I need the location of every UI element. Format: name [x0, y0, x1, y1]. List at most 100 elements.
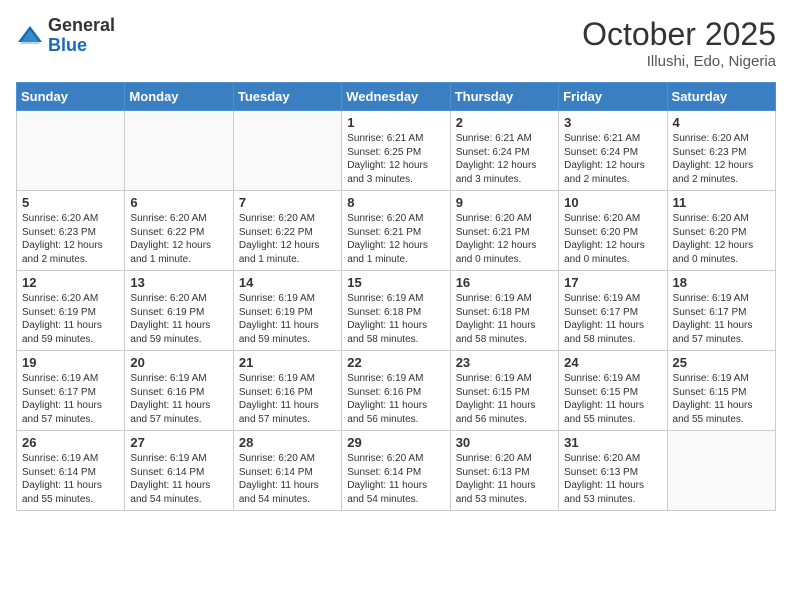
day-info: Sunrise: 6:19 AM Sunset: 6:16 PM Dayligh… [347, 372, 444, 426]
day-number: 28 [239, 435, 336, 450]
day-number: 23 [456, 355, 553, 370]
calendar-cell: 16 Sunrise: 6:19 AM Sunset: 6:18 PM Dayli… [450, 271, 558, 351]
day-info: Sunrise: 6:19 AM Sunset: 6:16 PM Dayligh… [130, 372, 227, 426]
logo-blue-text: Blue [48, 36, 115, 56]
logo: General Blue [16, 16, 115, 56]
calendar-cell: 24 Sunrise: 6:19 AM Sunset: 6:15 PM Dayli… [559, 351, 667, 431]
day-info: Sunrise: 6:19 AM Sunset: 6:15 PM Dayligh… [673, 372, 770, 426]
day-number: 5 [22, 195, 119, 210]
calendar-cell [233, 111, 341, 191]
day-info: Sunrise: 6:20 AM Sunset: 6:13 PM Dayligh… [564, 452, 661, 506]
day-number: 4 [673, 115, 770, 130]
day-info: Sunrise: 6:21 AM Sunset: 6:24 PM Dayligh… [564, 132, 661, 186]
weekday-header-tuesday: Tuesday [233, 83, 341, 111]
calendar-header: SundayMondayTuesdayWednesdayThursdayFrid… [17, 83, 776, 111]
day-number: 21 [239, 355, 336, 370]
calendar-cell: 19 Sunrise: 6:19 AM Sunset: 6:17 PM Dayli… [17, 351, 125, 431]
weekday-header-sunday: Sunday [17, 83, 125, 111]
calendar-cell: 17Sunrise: 6:19 AM Sunset: 6:17 PM Dayli… [559, 271, 667, 351]
day-info: Sunrise: 6:20 AM Sunset: 6:19 PM Dayligh… [22, 292, 119, 346]
calendar-cell: 28Sunrise: 6:20 AM Sunset: 6:14 PM Dayli… [233, 431, 341, 511]
calendar-cell: 22Sunrise: 6:19 AM Sunset: 6:16 PM Dayli… [342, 351, 450, 431]
day-info: Sunrise: 6:19 AM Sunset: 6:15 PM Dayligh… [456, 372, 553, 426]
day-number: 7 [239, 195, 336, 210]
calendar-cell: 20 Sunrise: 6:19 AM Sunset: 6:16 PM Dayli… [125, 351, 233, 431]
calendar-week-2: 12 Sunrise: 6:20 AM Sunset: 6:19 PM Dayli… [17, 271, 776, 351]
month-title: October 2025 [582, 16, 776, 53]
day-info: Sunrise: 6:20 AM Sunset: 6:14 PM Dayligh… [347, 452, 444, 506]
day-number: 24 [564, 355, 661, 370]
day-number: 6 [130, 195, 227, 210]
calendar-cell: 11 Sunrise: 6:20 AM Sunset: 6:20 PM Dayli… [667, 191, 775, 271]
day-info: Sunrise: 6:19 AM Sunset: 6:16 PM Dayligh… [239, 372, 336, 426]
day-info: Sunrise: 6:21 AM Sunset: 6:24 PM Dayligh… [456, 132, 553, 186]
calendar-cell [125, 111, 233, 191]
calendar-cell: 3 Sunrise: 6:21 AM Sunset: 6:24 PM Daylig… [559, 111, 667, 191]
day-info: Sunrise: 6:19 AM Sunset: 6:14 PM Dayligh… [130, 452, 227, 506]
day-info: Sunrise: 6:20 AM Sunset: 6:13 PM Dayligh… [456, 452, 553, 506]
calendar-cell [17, 111, 125, 191]
day-number: 29 [347, 435, 444, 450]
day-number: 31 [564, 435, 661, 450]
day-info: Sunrise: 6:19 AM Sunset: 6:17 PM Dayligh… [22, 372, 119, 426]
calendar-cell: 31 Sunrise: 6:20 AM Sunset: 6:13 PM Dayli… [559, 431, 667, 511]
location-text: Illushi, Edo, Nigeria [582, 53, 776, 70]
day-info: Sunrise: 6:20 AM Sunset: 6:21 PM Dayligh… [347, 212, 444, 266]
calendar-cell: 4 Sunrise: 6:20 AM Sunset: 6:23 PM Daylig… [667, 111, 775, 191]
calendar-cell: 13 Sunrise: 6:20 AM Sunset: 6:19 PM Dayli… [125, 271, 233, 351]
day-number: 16 [456, 275, 553, 290]
day-number: 14 [239, 275, 336, 290]
calendar-cell: 26 Sunrise: 6:19 AM Sunset: 6:14 PM Dayli… [17, 431, 125, 511]
weekday-header-wednesday: Wednesday [342, 83, 450, 111]
logo-text: General Blue [48, 16, 115, 56]
day-number: 3 [564, 115, 661, 130]
calendar-week-3: 19 Sunrise: 6:19 AM Sunset: 6:17 PM Dayli… [17, 351, 776, 431]
calendar-cell: 30 Sunrise: 6:20 AM Sunset: 6:13 PM Dayli… [450, 431, 558, 511]
day-info: Sunrise: 6:20 AM Sunset: 6:21 PM Dayligh… [456, 212, 553, 266]
day-number: 15 [347, 275, 444, 290]
day-info: Sunrise: 6:19 AM Sunset: 6:15 PM Dayligh… [564, 372, 661, 426]
day-info: Sunrise: 6:20 AM Sunset: 6:19 PM Dayligh… [130, 292, 227, 346]
title-block: October 2025 Illushi, Edo, Nigeria [582, 16, 776, 70]
day-info: Sunrise: 6:19 AM Sunset: 6:14 PM Dayligh… [22, 452, 119, 506]
logo-general-text: General [48, 16, 115, 36]
day-number: 12 [22, 275, 119, 290]
day-info: Sunrise: 6:19 AM Sunset: 6:18 PM Dayligh… [456, 292, 553, 346]
calendar-cell: 12 Sunrise: 6:20 AM Sunset: 6:19 PM Dayli… [17, 271, 125, 351]
calendar-week-4: 26 Sunrise: 6:19 AM Sunset: 6:14 PM Dayli… [17, 431, 776, 511]
day-number: 10 [564, 195, 661, 210]
calendar-cell: 1Sunrise: 6:21 AM Sunset: 6:25 PM Daylig… [342, 111, 450, 191]
calendar-cell: 21 Sunrise: 6:19 AM Sunset: 6:16 PM Dayli… [233, 351, 341, 431]
weekday-header-friday: Friday [559, 83, 667, 111]
calendar-cell: 8Sunrise: 6:20 AM Sunset: 6:21 PM Daylig… [342, 191, 450, 271]
day-number: 9 [456, 195, 553, 210]
weekday-header-thursday: Thursday [450, 83, 558, 111]
day-number: 13 [130, 275, 227, 290]
day-info: Sunrise: 6:20 AM Sunset: 6:23 PM Dayligh… [673, 132, 770, 186]
weekday-header-saturday: Saturday [667, 83, 775, 111]
day-number: 2 [456, 115, 553, 130]
day-info: Sunrise: 6:20 AM Sunset: 6:20 PM Dayligh… [564, 212, 661, 266]
calendar-cell: 15 Sunrise: 6:19 AM Sunset: 6:18 PM Dayli… [342, 271, 450, 351]
day-number: 25 [673, 355, 770, 370]
calendar-cell: 23 Sunrise: 6:19 AM Sunset: 6:15 PM Dayli… [450, 351, 558, 431]
day-number: 30 [456, 435, 553, 450]
day-info: Sunrise: 6:20 AM Sunset: 6:20 PM Dayligh… [673, 212, 770, 266]
day-info: Sunrise: 6:20 AM Sunset: 6:22 PM Dayligh… [239, 212, 336, 266]
calendar-cell: 18Sunrise: 6:19 AM Sunset: 6:17 PM Dayli… [667, 271, 775, 351]
day-info: Sunrise: 6:20 AM Sunset: 6:23 PM Dayligh… [22, 212, 119, 266]
calendar-body: 1Sunrise: 6:21 AM Sunset: 6:25 PM Daylig… [17, 111, 776, 511]
day-info: Sunrise: 6:19 AM Sunset: 6:18 PM Dayligh… [347, 292, 444, 346]
calendar-cell: 10 Sunrise: 6:20 AM Sunset: 6:20 PM Dayli… [559, 191, 667, 271]
day-info: Sunrise: 6:20 AM Sunset: 6:22 PM Dayligh… [130, 212, 227, 266]
calendar-cell: 5 Sunrise: 6:20 AM Sunset: 6:23 PM Daylig… [17, 191, 125, 271]
day-number: 26 [22, 435, 119, 450]
day-number: 11 [673, 195, 770, 210]
weekday-row: SundayMondayTuesdayWednesdayThursdayFrid… [17, 83, 776, 111]
day-number: 20 [130, 355, 227, 370]
calendar-cell: 29 Sunrise: 6:20 AM Sunset: 6:14 PM Dayli… [342, 431, 450, 511]
day-number: 19 [22, 355, 119, 370]
calendar-table: SundayMondayTuesdayWednesdayThursdayFrid… [16, 82, 776, 511]
calendar-cell: 2 Sunrise: 6:21 AM Sunset: 6:24 PM Daylig… [450, 111, 558, 191]
day-number: 17 [564, 275, 661, 290]
